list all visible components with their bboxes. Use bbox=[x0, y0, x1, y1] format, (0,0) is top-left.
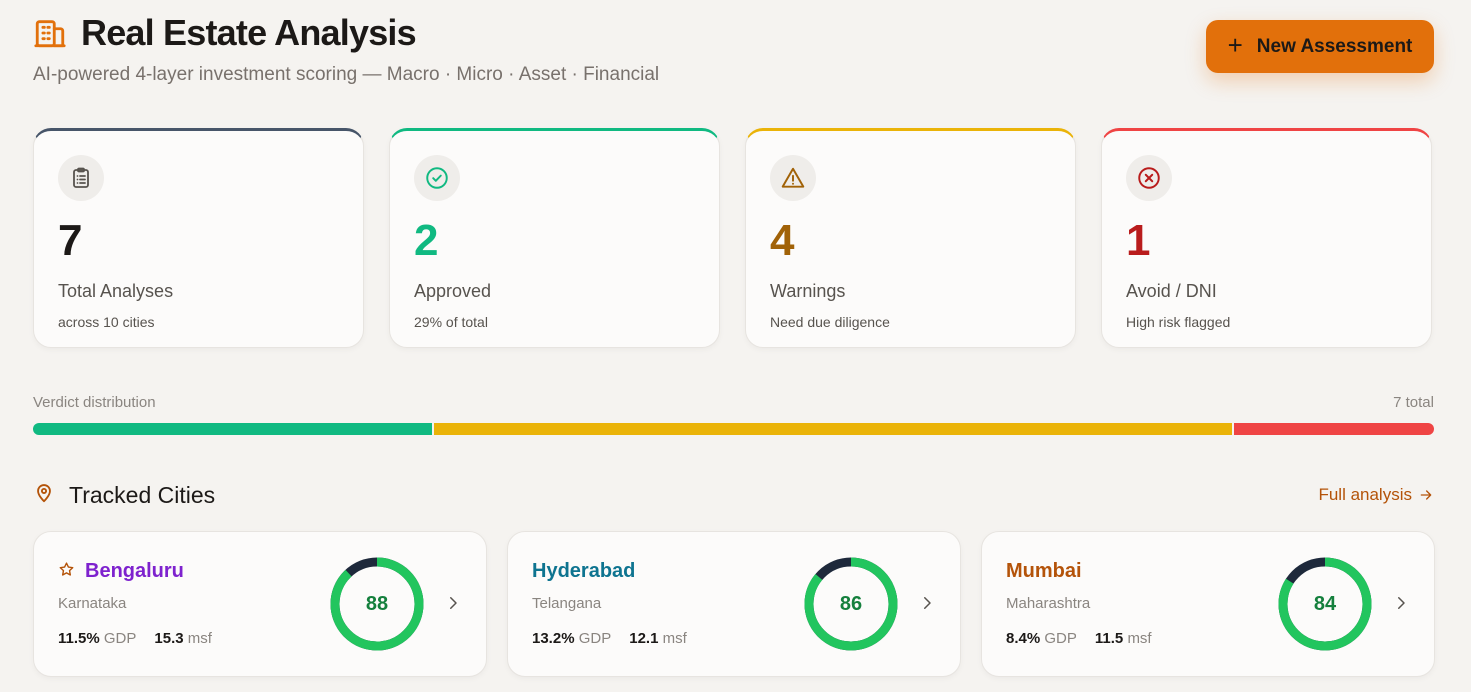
distribution-segment bbox=[434, 423, 1233, 435]
distribution-segment bbox=[33, 423, 433, 435]
gdp-value: 11.5% bbox=[58, 630, 100, 647]
gdp-label: GDP bbox=[578, 630, 612, 647]
new-assessment-label: New Assessment bbox=[1256, 35, 1413, 57]
verdict-distribution-bar bbox=[33, 423, 1434, 435]
msf-label: msf bbox=[662, 630, 687, 647]
gdp-label: GDP bbox=[103, 630, 137, 647]
stat-value: 4 bbox=[770, 216, 795, 265]
stat-label: Total Analyses bbox=[58, 281, 174, 301]
distribution-total: 7 total bbox=[1393, 394, 1434, 411]
city-name: Hyderabad bbox=[532, 560, 636, 582]
msf-value: 12.1 bbox=[629, 630, 659, 647]
gdp-value: 13.2% bbox=[532, 630, 575, 647]
clipboard-icon bbox=[58, 155, 104, 201]
map-pin-icon bbox=[33, 482, 55, 509]
stat-card-total[interactable]: 7 Total Analyses across 10 cities bbox=[33, 128, 364, 348]
page-header: Real Estate Analysis AI-powered 4-layer … bbox=[33, 12, 659, 86]
gdp-label: GDP bbox=[1044, 630, 1077, 647]
city-card-mumbai[interactable]: Mumbai Maharashtra 8.4% GDP 11.5 msf 84 bbox=[981, 531, 1435, 677]
x-circle-icon bbox=[1126, 155, 1172, 201]
stat-value: 7 bbox=[58, 216, 83, 265]
msf-value: 15.3 bbox=[154, 630, 184, 647]
stat-subtext: Need due diligence bbox=[770, 314, 890, 330]
stat-label: Warnings bbox=[770, 281, 846, 301]
stat-card-approved[interactable]: 2 Approved 29% of total bbox=[389, 128, 720, 348]
chevron-right-icon[interactable] bbox=[1392, 594, 1410, 612]
stat-subtext: High risk flagged bbox=[1126, 314, 1231, 330]
msf-label: msf bbox=[187, 630, 212, 647]
arrow-right-icon bbox=[1420, 490, 1432, 500]
building-icon bbox=[33, 16, 67, 50]
gdp-value: 8.4% bbox=[1006, 630, 1041, 647]
stat-cards: 7 Total Analyses across 10 cities 2 Appr… bbox=[33, 128, 1432, 348]
stat-subtext: 29% of total bbox=[414, 314, 488, 330]
chevron-right-icon[interactable] bbox=[918, 594, 936, 612]
stat-value: 1 bbox=[1126, 216, 1151, 265]
score-value: 88 bbox=[365, 592, 389, 615]
page-title: Real Estate Analysis bbox=[81, 12, 417, 53]
plus-icon: + bbox=[1227, 30, 1243, 60]
check-circle-icon bbox=[414, 155, 460, 201]
city-card-bengaluru[interactable]: Bengaluru Karnataka 11.5% GDP 15.3 msf 8… bbox=[33, 531, 487, 677]
city-card-hyderabad[interactable]: Hyderabad Telangana 13.2% GDP 12.1 msf 8… bbox=[507, 531, 961, 677]
stat-card-warnings[interactable]: 4 Warnings Need due diligence bbox=[745, 128, 1076, 348]
stat-card-avoid[interactable]: 1 Avoid / DNI High risk flagged bbox=[1101, 128, 1432, 348]
star-icon[interactable] bbox=[58, 561, 75, 583]
city-name: Bengaluru bbox=[85, 560, 184, 582]
section-title: Tracked Cities bbox=[69, 482, 216, 508]
full-analysis-link[interactable]: Full analysis bbox=[1318, 485, 1434, 505]
stat-label: Avoid / DNI bbox=[1126, 281, 1217, 301]
msf-label: msf bbox=[1127, 630, 1152, 647]
full-analysis-label: Full analysis bbox=[1318, 485, 1412, 504]
score-value: 86 bbox=[839, 592, 863, 615]
stat-value: 2 bbox=[414, 216, 439, 265]
distribution-label: Verdict distribution bbox=[33, 394, 156, 411]
page-subtitle: AI-powered 4-layer investment scoring — … bbox=[33, 64, 660, 85]
chevron-right-icon[interactable] bbox=[444, 594, 462, 612]
city-name: Mumbai bbox=[1006, 560, 1082, 582]
new-assessment-button[interactable]: + New Assessment bbox=[1206, 20, 1434, 73]
msf-value: 11.5 bbox=[1094, 630, 1124, 647]
stat-label: Approved bbox=[414, 281, 492, 301]
distribution-segment bbox=[1234, 423, 1434, 435]
tracked-cities-header: Tracked Cities bbox=[33, 482, 215, 509]
score-value: 84 bbox=[1313, 592, 1337, 615]
warning-icon bbox=[770, 155, 816, 201]
city-cards: Bengaluru Karnataka 11.5% GDP 15.3 msf 8… bbox=[33, 531, 1435, 677]
stat-subtext: across 10 cities bbox=[58, 314, 155, 330]
